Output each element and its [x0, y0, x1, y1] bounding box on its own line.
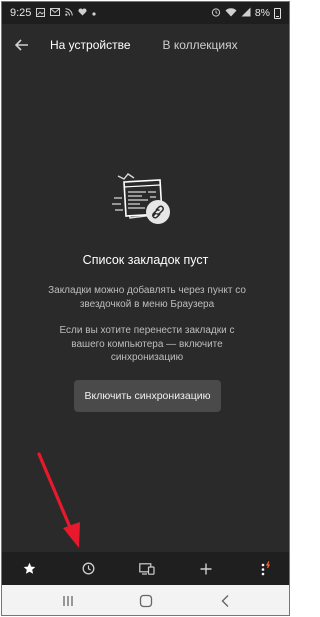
more-dots-icon — [92, 8, 97, 18]
devices-icon — [139, 562, 155, 575]
system-nav-bar — [2, 585, 289, 615]
status-right: 8% — [211, 7, 281, 19]
toolbar-history-button[interactable] — [73, 552, 103, 585]
recents-icon — [63, 596, 73, 606]
back-icon — [221, 595, 229, 607]
status-left: 9:25 — [10, 7, 97, 19]
rss-icon — [65, 8, 74, 18]
app-screen: 9:25 8% На устройстве В коллекциях Списо… — [1, 1, 290, 616]
home-icon — [139, 594, 153, 608]
empty-state-hint-sync: Если вы хотите перенести закладки с ваше… — [59, 325, 235, 363]
back-button[interactable] — [6, 29, 38, 61]
alarm-icon — [211, 7, 221, 19]
header: На устройстве В коллекциях — [2, 24, 289, 66]
plus-icon — [200, 563, 212, 574]
email-icon — [50, 8, 61, 18]
enable-sync-button[interactable]: Включить синхронизацию — [74, 380, 221, 412]
heart-icon — [78, 8, 87, 18]
status-time: 9:25 — [10, 7, 32, 19]
menu-dots-icon — [261, 560, 270, 575]
image-icon — [36, 7, 46, 19]
history-clock-icon — [82, 562, 94, 575]
signal-icon — [241, 7, 251, 19]
nav-home-button[interactable] — [128, 585, 164, 615]
star-icon — [23, 562, 35, 574]
bookmarks-empty-illustration-icon — [112, 170, 178, 232]
nav-recents-button[interactable] — [50, 585, 86, 615]
toolbar-bookmarks-button[interactable] — [14, 552, 44, 585]
battery-icon — [274, 7, 281, 19]
toolbar-menu-button[interactable] — [250, 552, 280, 585]
empty-state-hint-add: Закладки можно добавлять через пункт со … — [48, 285, 246, 310]
empty-state-title: Список закладок пуст — [82, 253, 209, 267]
toolbar-devices-button[interactable] — [132, 552, 162, 585]
toolbar-new-tab-button[interactable] — [191, 552, 221, 585]
tab-in-collections[interactable]: В коллекциях — [163, 32, 238, 58]
tab-on-device[interactable]: На устройстве — [50, 32, 131, 58]
status-bar: 9:25 8% — [2, 2, 289, 24]
nav-back-button[interactable] — [207, 585, 243, 615]
wifi-icon — [225, 7, 237, 19]
browser-toolbar — [2, 552, 289, 585]
bookmarks-empty-state: Список закладок пуст Закладки можно доба… — [2, 66, 289, 552]
arrow-left-icon — [15, 39, 28, 51]
battery-percent: 8% — [254, 7, 270, 19]
